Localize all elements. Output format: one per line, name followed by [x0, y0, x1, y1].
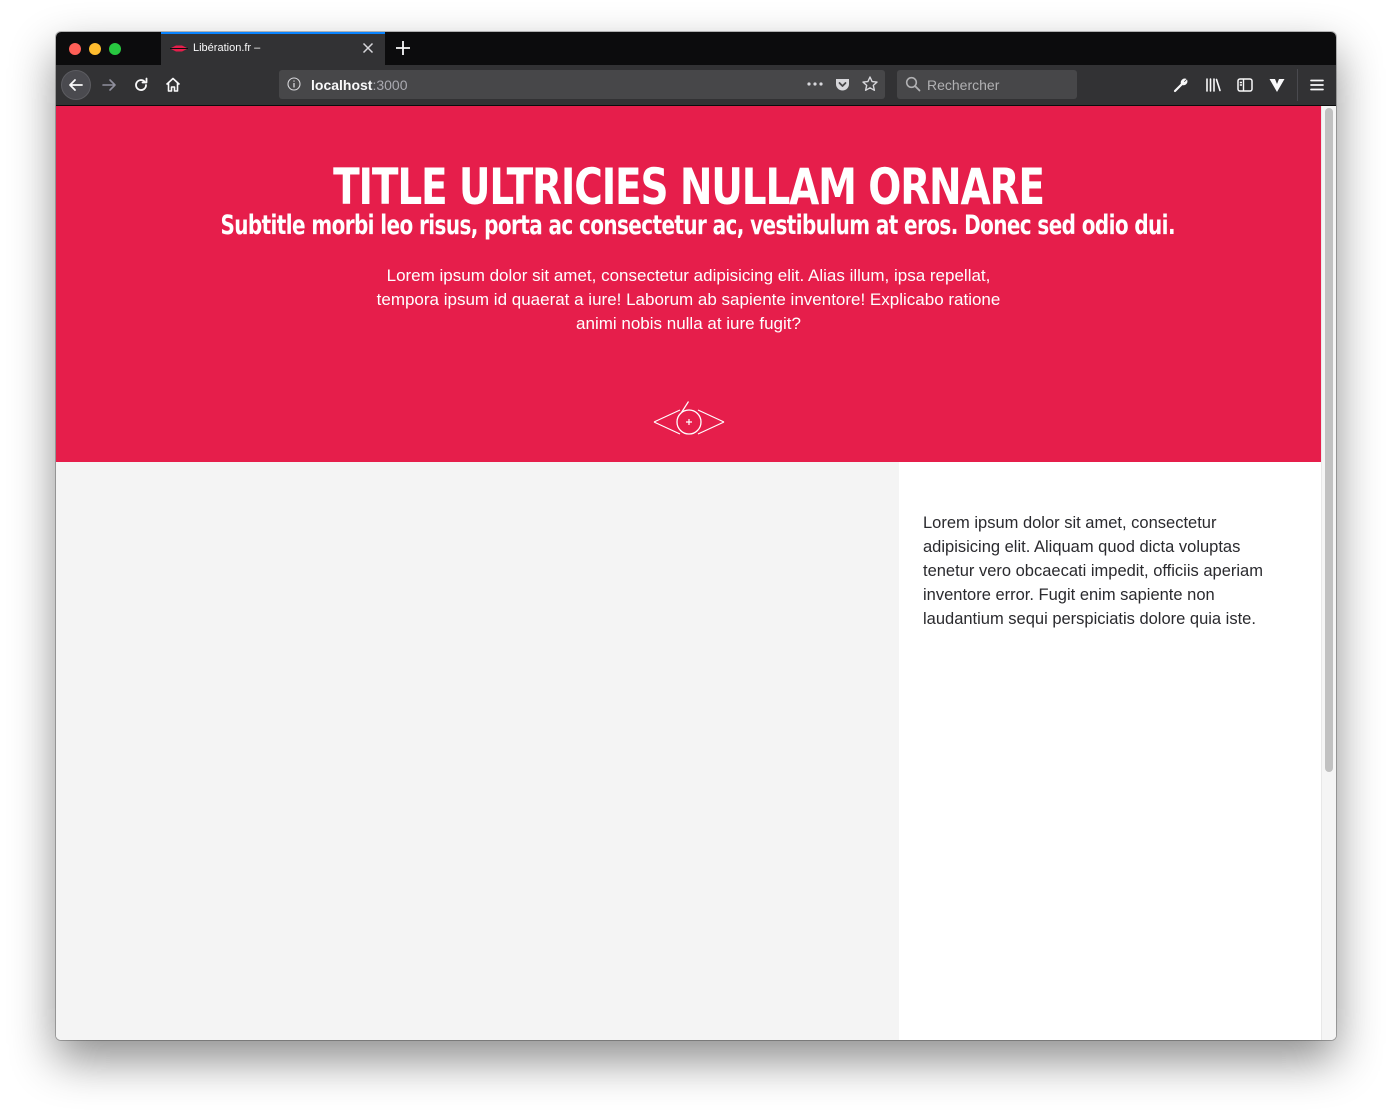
forward-button[interactable]	[95, 71, 123, 99]
tab-active-indicator	[161, 32, 385, 34]
toolbar-separator	[1297, 69, 1298, 101]
library-icon[interactable]	[1204, 76, 1222, 94]
url-port: :3000	[372, 77, 408, 93]
info-icon[interactable]	[287, 77, 301, 91]
sidebar-text: Lorem ipsum dolor sit amet, consectetur …	[923, 514, 1263, 628]
search-icon	[905, 76, 921, 92]
reload-button[interactable]	[127, 71, 155, 99]
arrow-right-icon	[102, 79, 116, 91]
page-title: TITLE ULTRICIES NULLAM ORNARE	[333, 158, 1045, 216]
home-icon	[165, 77, 181, 92]
url-text: localhost:3000	[311, 77, 408, 93]
wrench-icon[interactable]	[1172, 76, 1190, 94]
search-bar[interactable]: Rechercher	[897, 70, 1077, 99]
close-window-button[interactable]	[69, 43, 81, 55]
star-icon[interactable]	[861, 75, 879, 93]
eye-logo-icon[interactable]	[652, 400, 726, 438]
pocket-icon[interactable]	[834, 76, 851, 93]
plus-icon[interactable]	[393, 38, 413, 58]
hamburger-menu-icon[interactable]	[1308, 76, 1326, 94]
search-placeholder: Rechercher	[927, 77, 1000, 93]
hero-intro-text: Lorem ipsum dolor sit amet, consectetur …	[376, 266, 1001, 333]
close-icon[interactable]	[360, 40, 376, 56]
scrollbar-thumb[interactable]	[1325, 108, 1333, 772]
arrow-left-icon	[69, 79, 83, 91]
vivaldi-icon[interactable]	[1268, 76, 1286, 94]
back-button[interactable]	[61, 70, 91, 100]
home-button[interactable]	[159, 71, 187, 99]
more-dots-icon[interactable]	[806, 77, 824, 91]
vertical-scrollbar[interactable]	[1321, 106, 1336, 1040]
minimize-window-button[interactable]	[89, 43, 101, 55]
page-viewport: TITLE ULTRICIES NULLAM ORNARE Subtitle m…	[56, 106, 1336, 1040]
maximize-window-button[interactable]	[109, 43, 121, 55]
main-content-area	[56, 462, 899, 1040]
page-subtitle: Subtitle morbi leo risus, porta ac conse…	[220, 210, 1175, 241]
sidebar-icon[interactable]	[1236, 76, 1254, 94]
url-bar[interactable]: localhost:3000	[279, 70, 885, 99]
liberation-favicon-icon	[170, 45, 188, 52]
url-host: localhost	[311, 77, 373, 93]
sidebar-panel: Lorem ipsum dolor sit amet, consectetur …	[899, 462, 1321, 1040]
hero-section: TITLE ULTRICIES NULLAM ORNARE Subtitle m…	[56, 106, 1321, 462]
browser-window: Libération.fr – localhost:3000 Recherche…	[56, 32, 1336, 1040]
tab-title: Libération.fr –	[193, 42, 261, 54]
tab-strip: Libération.fr –	[56, 32, 1336, 65]
reload-icon	[135, 77, 148, 91]
tab-liberation[interactable]: Libération.fr –	[161, 32, 385, 65]
nav-toolbar: localhost:3000 Rechercher	[56, 65, 1336, 106]
